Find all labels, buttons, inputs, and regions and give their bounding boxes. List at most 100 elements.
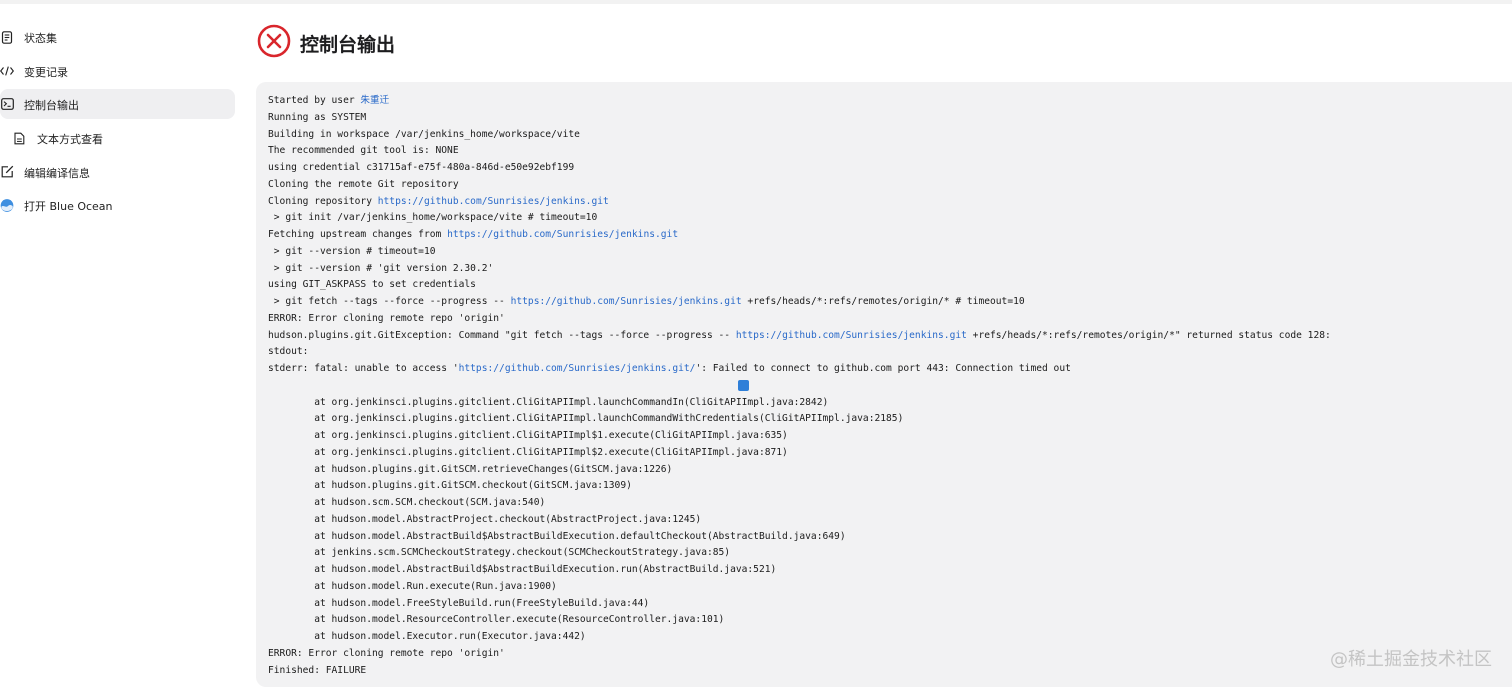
console-line: at org.jenkinsci.plugins.gitclient.CliGi…	[268, 428, 1512, 445]
console-text-segment: at org.jenkinsci.plugins.gitclient.CliGi…	[268, 396, 829, 408]
console-line	[268, 378, 1512, 395]
console-link[interactable]: 朱重迁	[360, 95, 389, 106]
console-line: stdout:	[268, 344, 1512, 361]
console-text-segment: ': Failed to connect to github.com port …	[695, 363, 1071, 374]
sidebar-item-label: 打开 Blue Ocean	[24, 200, 113, 214]
console-link[interactable]: https://github.com/Sunrisies/jenkins.git…	[459, 363, 696, 374]
console-text-segment: Building in workspace /var/jenkins_home/…	[268, 128, 580, 140]
console-line: The recommended git tool is: NONE	[268, 143, 1512, 160]
console-text-segment: at hudson.model.ResourceController.execu…	[268, 614, 725, 626]
sidebar-item-changes[interactable]: 变更记录	[0, 56, 234, 86]
console-text-segment: at org.jenkinsci.plugins.gitclient.CliGi…	[268, 413, 904, 425]
console-line: at hudson.model.AbstractProject.checkout…	[268, 512, 1512, 529]
console-line: at org.jenkinsci.plugins.gitclient.CliGi…	[268, 411, 1512, 428]
sidebar-item-console-output[interactable]: 控制台输出	[0, 89, 235, 120]
console-text-segment: Fetching upstream changes from	[268, 229, 448, 240]
error-circle-icon	[257, 24, 291, 62]
console-line: at hudson.model.AbstractBuild$AbstractBu…	[268, 562, 1512, 579]
console-text-segment: at hudson.plugins.git.GitSCM.checkout(Gi…	[268, 480, 632, 492]
console-line: using GIT_ASKPASS to set credentials	[268, 277, 1512, 294]
sidebar-item-label: 状态集	[24, 32, 57, 45]
console-line: > git --version # timeout=10	[268, 244, 1512, 261]
sidebar: 状态集 变更记录 控制台输出 文本方式查看 编辑编译信息 打开 Blue Oce…	[0, 22, 240, 224]
console-line: Finished: FAILURE	[268, 663, 1512, 680]
terminal-icon	[0, 97, 14, 111]
console-text-segment: > git fetch --tags --force --progress --	[268, 296, 511, 307]
console-link[interactable]: https://github.com/Sunrisies/jenkins.git	[447, 229, 678, 240]
console-text-segment: at org.jenkinsci.plugins.gitclient.CliGi…	[268, 446, 788, 458]
console-link[interactable]: https://github.com/Sunrisies/jenkins.git	[736, 330, 967, 341]
console-text-segment: The recommended git tool is: NONE	[268, 145, 459, 157]
console-line: at hudson.model.Executor.run(Executor.ja…	[268, 629, 1512, 646]
sidebar-item-label: 变更记录	[24, 65, 68, 79]
console-text-segment: Started by user	[268, 95, 361, 106]
console-text-segment: Cloning repository	[268, 195, 378, 207]
console-line: Cloning the remote Git repository	[268, 177, 1512, 194]
sidebar-item-status[interactable]: 状态集	[0, 22, 234, 52]
top-bar	[0, 0, 1512, 4]
console-text-segment: at hudson.model.AbstractBuild$AbstractBu…	[268, 564, 777, 575]
console-line: ERROR: Error cloning remote repo 'origin…	[268, 311, 1512, 328]
console-line: Fetching upstream changes from https://g…	[268, 227, 1512, 244]
console-line: Started by user 朱重迁	[268, 93, 1512, 110]
console-text-segment: +refs/heads/*:refs/remotes/origin/* # ti…	[741, 296, 1025, 307]
console-text-segment: at hudson.scm.SCM.checkout(SCM.java:540)	[268, 497, 546, 508]
console-line: > git fetch --tags --force --progress --…	[268, 294, 1512, 311]
console-text-segment: at hudson.model.Executor.run(Executor.ja…	[268, 631, 586, 642]
edit-icon	[0, 165, 14, 179]
code-icon	[0, 64, 14, 78]
console-line: Cloning repository https://github.com/Su…	[268, 194, 1512, 211]
console-text-segment: > git init /var/jenkins_home/workspace/v…	[268, 212, 598, 224]
console-line: Building in workspace /var/jenkins_home/…	[268, 127, 1512, 144]
console-text-segment: hudson.plugins.git.GitException: Command…	[268, 329, 736, 341]
console-output: Started by user 朱重迁 Running as SYSTEM Buil…	[256, 82, 1512, 687]
console-text-segment: at org.jenkinsci.plugins.gitclient.CliGi…	[268, 430, 788, 441]
watermark: @稀土掘金技术社区	[1330, 649, 1492, 670]
console-text-segment: at hudson.model.Run.execute(Run.java:190…	[268, 580, 557, 592]
sidebar-item-label: 控制台输出	[24, 99, 79, 113]
console-text: Started by user 朱重迁 Running as SYSTEM Buil…	[256, 82, 1512, 679]
console-text-segment: > git --version # timeout=10	[268, 245, 436, 257]
console-link[interactable]: https://github.com/Sunrisies/jenkins.git	[511, 296, 742, 307]
console-line: at org.jenkinsci.plugins.gitclient.CliGi…	[268, 395, 1512, 412]
console-line: at hudson.model.AbstractBuild$AbstractBu…	[268, 529, 1512, 546]
console-line: ERROR: Error cloning remote repo 'origin…	[268, 646, 1512, 663]
sidebar-item-label: 文本方式查看	[37, 133, 103, 147]
console-text-segment: stdout:	[268, 346, 309, 358]
console-line: at org.jenkinsci.plugins.gitclient.CliGi…	[268, 445, 1512, 462]
annotation-icon	[738, 379, 749, 391]
console-line: using credential c31715af-e75f-480a-846d…	[268, 160, 1512, 177]
console-text-segment: Running as SYSTEM	[268, 111, 367, 123]
file-icon	[12, 131, 26, 145]
console-link[interactable]: https://github.com/Sunrisies/jenkins.git	[378, 196, 609, 207]
console-text-segment: at hudson.model.AbstractBuild$AbstractBu…	[268, 530, 846, 542]
console-line: hudson.plugins.git.GitException: Command…	[268, 328, 1512, 345]
console-text-segment: Cloning the remote Git repository	[268, 178, 459, 190]
console-line: stderr: fatal: unable to access 'https:/…	[268, 361, 1512, 378]
console-text-segment: at hudson.model.FreeStyleBuild.run(FreeS…	[268, 597, 650, 609]
console-line: Running as SYSTEM	[268, 110, 1512, 127]
console-text-segment: using GIT_ASKPASS to set credentials	[268, 279, 476, 291]
console-line: at jenkins.scm.SCMCheckoutStrategy.check…	[268, 545, 1512, 562]
console-line: > git --version # 'git version 2.30.2'	[268, 261, 1512, 278]
console-text-segment: +refs/heads/*:refs/remotes/origin/*" ret…	[966, 329, 1331, 341]
sidebar-item-blue-ocean[interactable]: 打开 Blue Ocean	[0, 190, 234, 220]
console-line: at hudson.model.Run.execute(Run.java:190…	[268, 579, 1512, 596]
console-text-segment: at hudson.plugins.git.GitSCM.retrieveCha…	[268, 463, 673, 475]
console-text-segment: ERROR: Error cloning remote repo 'origin…	[268, 647, 505, 659]
page-header: 控制台输出	[257, 24, 396, 62]
console-text-segment: > git --version # 'git version 2.30.2'	[268, 262, 494, 274]
sidebar-item-edit-build-info[interactable]: 编辑编译信息	[0, 157, 234, 187]
console-line: > git init /var/jenkins_home/workspace/v…	[268, 210, 1512, 227]
console-line: at hudson.plugins.git.GitSCM.retrieveCha…	[268, 462, 1512, 479]
console-text-segment: Finished: FAILURE	[268, 664, 367, 676]
console-text-segment: stderr: fatal: unable to access '	[268, 363, 459, 374]
sidebar-item-label: 编辑编译信息	[24, 166, 90, 180]
document-icon	[0, 30, 14, 44]
console-text-segment: at hudson.model.AbstractProject.checkout…	[268, 513, 702, 525]
page-title: 控制台输出	[300, 33, 396, 56]
sidebar-item-view-as-text[interactable]: 文本方式查看	[0, 123, 234, 153]
console-line: at hudson.model.FreeStyleBuild.run(FreeS…	[268, 596, 1512, 613]
console-line: at hudson.model.ResourceController.execu…	[268, 612, 1512, 629]
console-text-segment: at jenkins.scm.SCMCheckoutStrategy.check…	[268, 547, 731, 559]
